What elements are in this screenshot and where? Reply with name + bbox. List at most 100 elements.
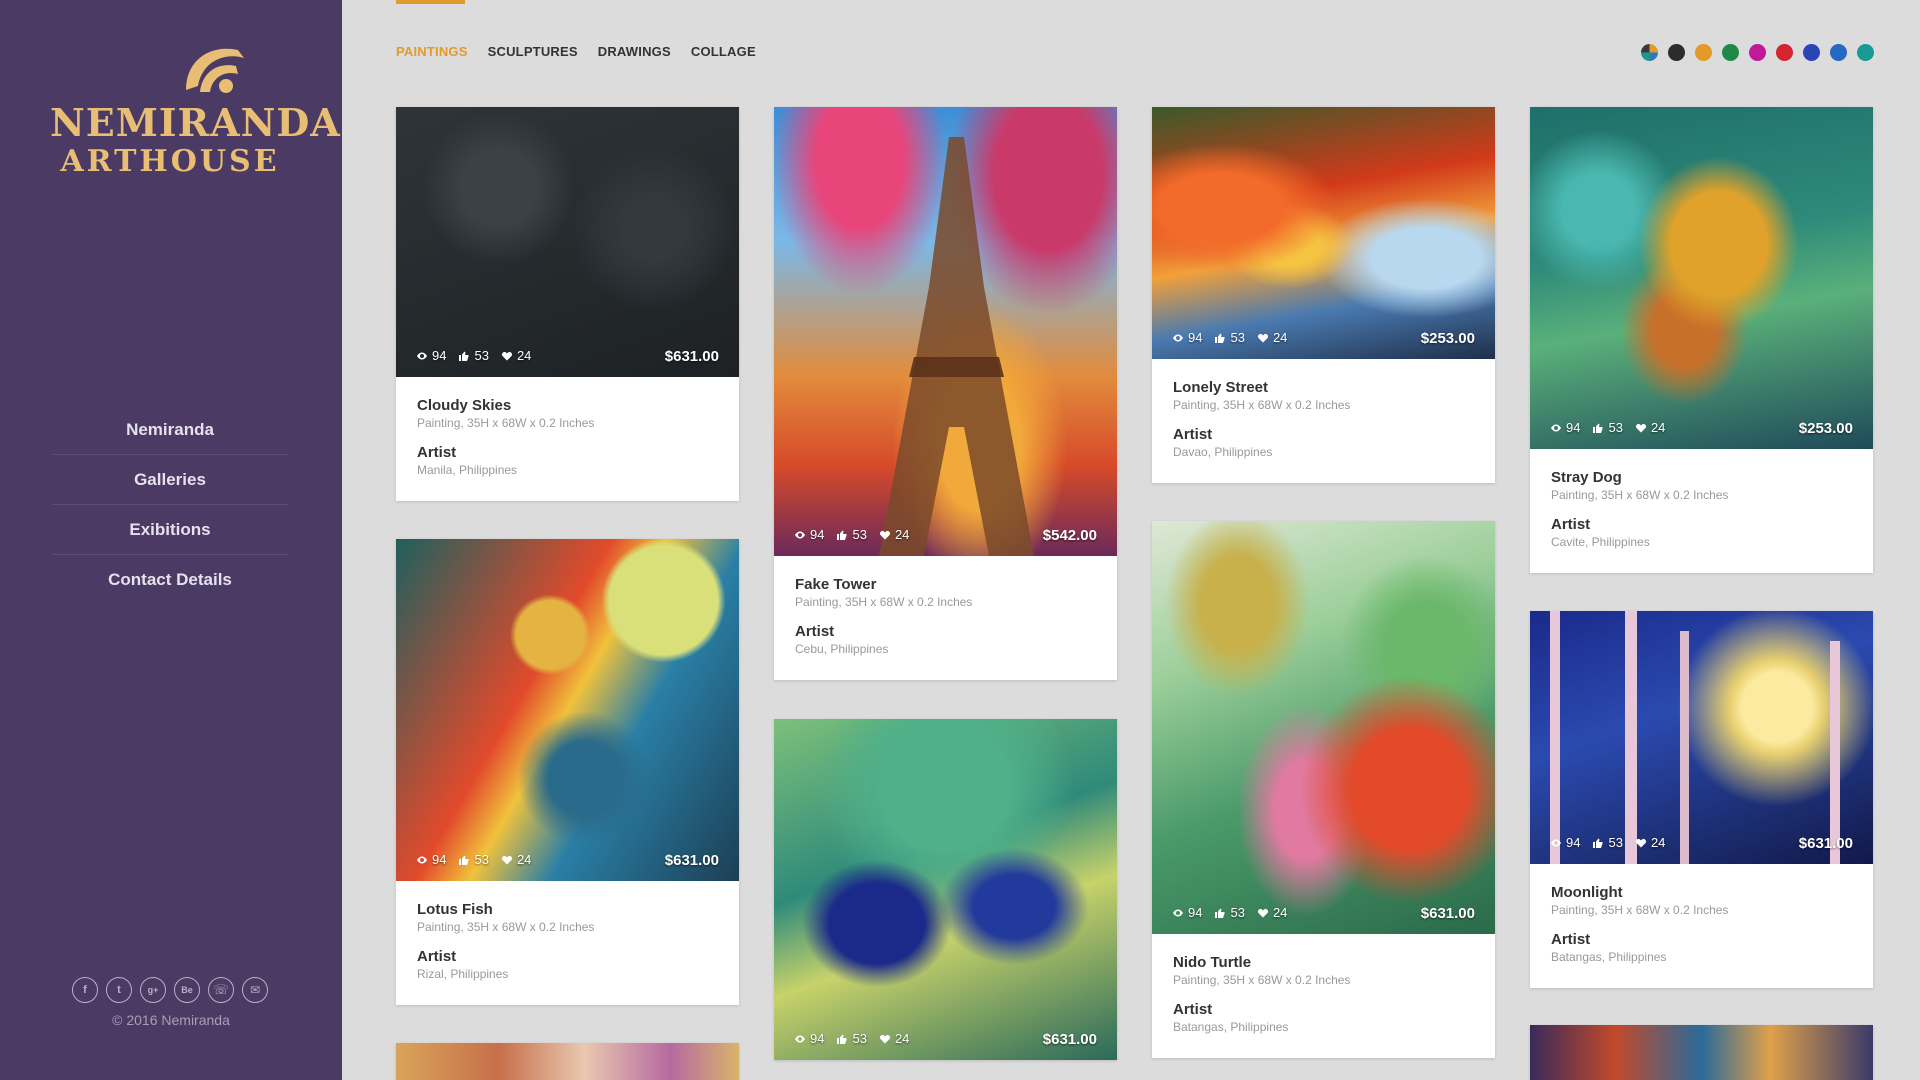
artwork-stats: 94 53 24 [416,348,531,363]
likes-count: 53 [852,527,867,542]
artwork-meta: Painting, 35H x 68W x 0.2 Inches [795,595,973,609]
artwork-stats: 94 53 24 [794,1031,909,1046]
nav-item-contact-details[interactable]: Contact Details [52,555,288,605]
artwork-image: 94 53 24 $542.00 [774,107,1117,556]
sidebar: NEMIRANDA ARTHOUSE Nemiranda Galleries E… [0,0,342,1080]
logo-mark-icon [186,48,244,93]
color-swatch-black[interactable] [1668,44,1685,61]
artwork-title: Nido Turtle [1173,954,1252,971]
heart-icon [1257,908,1268,917]
color-swatch-red[interactable] [1776,44,1793,61]
color-swatch-blue[interactable] [1830,44,1847,61]
tab-paintings[interactable]: PAINTINGS [396,44,468,59]
artwork-meta: Painting, 35H x 68W x 0.2 Inches [417,920,595,934]
brand-name: NEMIRANDA [50,100,341,145]
favorites-count: 24 [1650,835,1666,850]
copyright: © 2016 Nemiranda [112,1012,230,1028]
mail-icon[interactable]: ✉ [242,977,268,1003]
eye-icon [795,1035,805,1042]
artist-location: Batangas, Philippines [1551,950,1667,964]
thumbs-up-icon [1593,838,1603,848]
views-count: 94 [810,527,825,542]
views-count: 94 [1566,835,1581,850]
artwork-meta: Painting, 35H x 68W x 0.2 Inches [1551,488,1729,502]
artwork-price: $631.00 [664,348,719,365]
active-tab-indicator [396,0,465,4]
likes-count: 53 [1230,330,1245,345]
brand-subname: ARTHOUSE [60,144,280,179]
artist-location: Manila, Philippines [417,463,518,477]
artwork-price: $631.00 [1042,1031,1097,1048]
tab-sculptures[interactable]: SCULPTURES [488,44,578,59]
color-swatch-navy[interactable] [1803,44,1820,61]
favorites-count: 24 [894,1031,910,1046]
artwork-image: 94 53 24 $631.00 [774,719,1117,1060]
facebook-icon[interactable]: f [72,977,98,1003]
eye-icon [417,856,427,863]
heart-icon [1257,333,1268,342]
color-swatch-magenta[interactable] [1749,44,1766,61]
favorites-count: 24 [1650,420,1666,435]
artwork-title: Fake Tower [795,576,877,593]
artist-location: Cavite, Philippines [1551,535,1650,549]
color-swatch-all[interactable] [1641,44,1658,61]
artwork-card-partial[interactable] [1530,1025,1873,1080]
views-count: 94 [1188,330,1203,345]
artwork-image: 94 53 24 $631.00 [396,107,739,377]
artwork-image: 94 53 24 $253.00 [1152,107,1495,359]
nav-item-exibitions[interactable]: Exibitions [52,505,288,555]
likes-count: 53 [1608,420,1623,435]
eye-icon [417,352,427,359]
color-swatch-green[interactable] [1722,44,1739,61]
artist-name: Artist [417,444,457,461]
phone-icon[interactable]: ☏ [208,977,234,1003]
artwork-card-lonely-street[interactable]: 94 53 24 $253.00 Lonely Street Painting,… [1152,107,1495,483]
brand-logo[interactable]: NEMIRANDA ARTHOUSE [50,40,341,190]
color-swatch-teal[interactable] [1857,44,1874,61]
artwork-card-moonlight[interactable]: 94 53 24 $631.00 Moonlight Painting, 35H… [1530,611,1873,988]
artwork-title: Cloudy Skies [417,397,512,414]
views-count: 94 [432,348,447,363]
artwork-title: Moonlight [1551,884,1623,901]
thumbs-up-icon [1215,333,1225,343]
artist-name: Artist [1173,426,1213,443]
nav-item-galleries[interactable]: Galleries [52,455,288,505]
artwork-price: $631.00 [664,852,719,869]
behance-icon[interactable]: Be [174,977,200,1003]
views-count: 94 [810,1031,825,1046]
artist-name: Artist [795,623,835,640]
artwork-card-stray-dog[interactable]: 94 53 24 $253.00 Stray Dog Painting, 35H… [1530,107,1873,573]
twitter-icon[interactable]: t [106,977,132,1003]
heart-icon [879,530,890,539]
artwork-image: 94 53 24 $253.00 [1530,107,1873,449]
artwork-card-peacocks[interactable]: 94 53 24 $631.00 [774,719,1117,1060]
artist-location: Rizal, Philippines [417,967,509,981]
eye-icon [1173,334,1183,341]
artwork-title: Stray Dog [1551,469,1622,486]
artwork-stats: 94 53 24 [1172,905,1287,920]
artwork-card-partial[interactable] [396,1043,739,1080]
color-swatch-orange[interactable] [1695,44,1712,61]
tab-drawings[interactable]: DRAWINGS [598,44,671,59]
artwork-card-cloudy-skies[interactable]: 94 53 24 $631.00 Cloudy Skies Painting, … [396,107,739,501]
artwork-card-nido-turtle[interactable]: 94 53 24 $631.00 Nido Turtle Painting, 3… [1152,521,1495,1058]
artist-name: Artist [1551,516,1591,533]
heart-icon [501,855,512,864]
artwork-image [1530,1025,1873,1080]
artwork-stats: 94 53 24 [1172,330,1287,345]
color-filter [1641,44,1874,61]
thumbs-up-icon [837,530,847,540]
birch-trees-icon [1550,611,1840,864]
artwork-image: 94 53 24 $631.00 [1530,611,1873,864]
favorites-count: 24 [1272,330,1288,345]
likes-count: 53 [474,348,489,363]
category-tabs: PAINTINGS SCULPTURES DRAWINGS COLLAGE [396,44,756,59]
views-count: 94 [432,852,447,867]
eye-icon [1551,839,1561,846]
artwork-card-lotus-fish[interactable]: 94 53 24 $631.00 Lotus Fish Painting, 35… [396,539,739,1005]
nav-item-nemiranda[interactable]: Nemiranda [52,405,288,455]
artwork-meta: Painting, 35H x 68W x 0.2 Inches [1551,903,1729,917]
tab-collage[interactable]: COLLAGE [691,44,756,59]
google-plus-icon[interactable]: g+ [140,977,166,1003]
artwork-card-fake-tower[interactable]: 94 53 24 $542.00 Fake Tower Painting, 35… [774,107,1117,680]
